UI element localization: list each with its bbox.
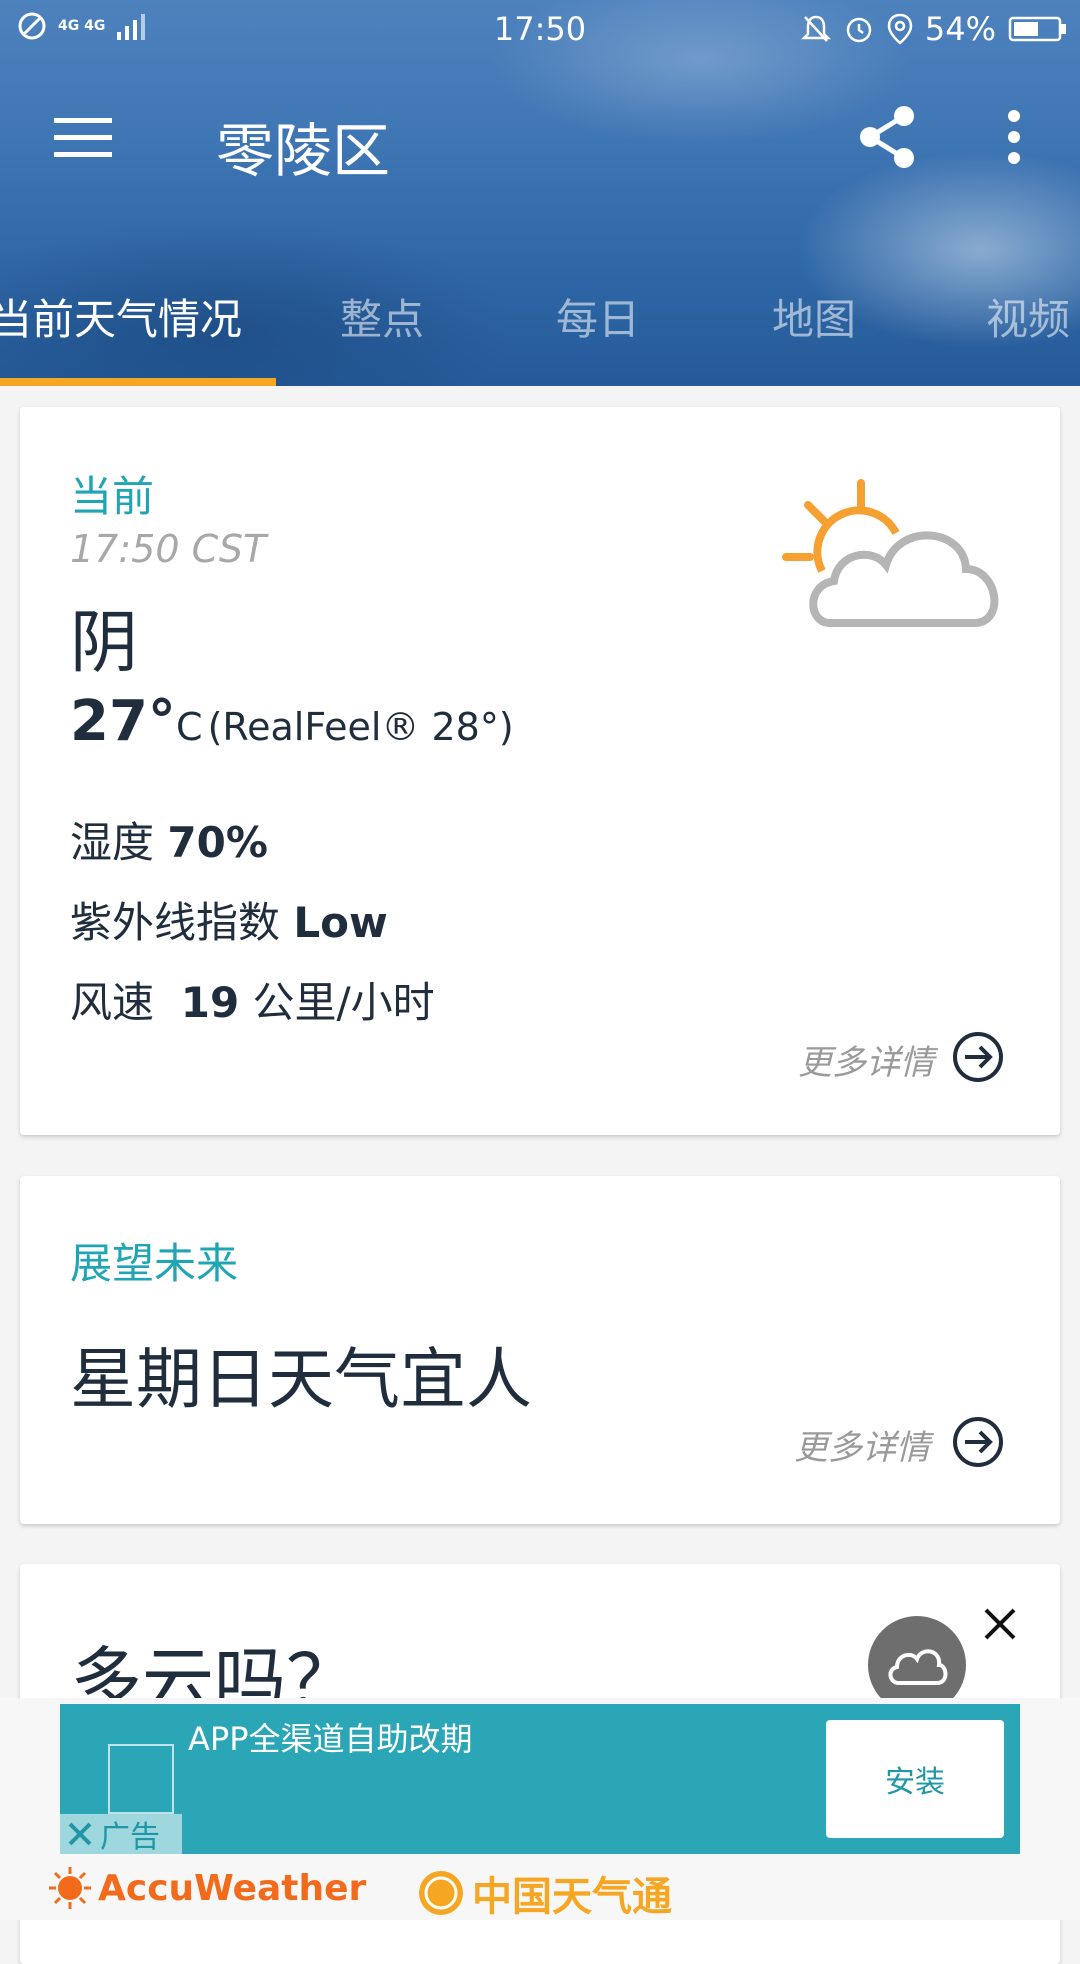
uv-row: 紫外线指数 Low [70, 889, 388, 950]
temperature-row: 27°C (RealFeel® 28°) [70, 689, 514, 754]
humidity-value: 70% [167, 818, 268, 867]
partly-cloudy-icon [782, 479, 999, 627]
ad-label-box: 广告 [60, 1814, 182, 1855]
ad-install-button[interactable]: 安装 [826, 1720, 1004, 1838]
current-time: 17:50 CST [70, 527, 267, 571]
status-bar: 4G 4G 17:50 54% [0, 0, 1080, 56]
ad-title: APP全渠道自助改期 [188, 1720, 473, 1758]
outlook-heading: 展望未来 [70, 1239, 239, 1288]
bottom-bar: APP全渠道自助改期 安装 广告 AccuWeather 中国天气通 [0, 1698, 1080, 1920]
seal-logo-icon [419, 1871, 463, 1915]
battery-percent: 54% [924, 10, 996, 48]
tab-current[interactable]: 当前天气情况 [0, 286, 242, 347]
more-details-link[interactable]: 更多详情 [798, 1035, 934, 1084]
tab-hourly[interactable]: 整点 [340, 286, 424, 347]
ad-close-icon[interactable] [60, 1814, 100, 1854]
realfeel-text: (RealFeel® 28°) [207, 705, 514, 749]
outlook-text: 星期日天气宜人 [70, 1341, 532, 1418]
wind-value: 19 [180, 978, 240, 1027]
more-vert-icon[interactable] [1000, 110, 1028, 164]
temperature-value: 27° [70, 689, 176, 754]
arrow-right-circle-icon[interactable] [952, 1416, 1004, 1468]
tab-video[interactable]: 视频 [986, 286, 1070, 347]
share-icon[interactable] [858, 104, 918, 170]
battery-icon [1008, 16, 1066, 42]
current-heading: 当前 [70, 472, 155, 521]
ad-label: 广告 [100, 1820, 160, 1855]
accuweather-brand: AccuWeather [98, 1867, 367, 1909]
header: 4G 4G 17:50 54% 零陵区 当前天气情况 整点 每日 地图 视频 [0, 0, 1080, 386]
outlook-more-link[interactable]: 更多详情 [794, 1420, 930, 1469]
location-title[interactable]: 零陵区 [216, 104, 390, 188]
uv-label: 紫外线指数 [70, 898, 281, 947]
close-icon[interactable] [982, 1606, 1018, 1642]
ad-banner[interactable]: APP全渠道自助改期 安装 广告 [60, 1704, 1020, 1855]
humidity-row: 湿度 70% [70, 809, 268, 870]
current-conditions-card[interactable]: 当前 17:50 CST 阴 27°C (RealFeel® 28°) 湿度 7… [20, 407, 1060, 1135]
sun-logo-icon [49, 1867, 91, 1909]
alarm-icon [846, 17, 872, 43]
partner-logo: 中国天气通 [416, 1864, 672, 1922]
menu-icon[interactable] [54, 116, 114, 160]
outlook-card[interactable]: 展望未来 星期日天气宜人 更多详情 [20, 1176, 1060, 1524]
humidity-label: 湿度 [70, 818, 155, 867]
tab-daily[interactable]: 每日 [556, 286, 640, 347]
wind-row: 风速 19 公里/小时 [70, 969, 435, 1030]
arrow-right-circle-icon[interactable] [952, 1031, 1004, 1083]
temperature-unit: C [175, 705, 203, 749]
cloud-icon [888, 1649, 948, 1685]
status-right: 54% [800, 10, 1068, 48]
tab-indicator [0, 378, 276, 386]
location-icon [887, 13, 913, 45]
wind-label: 风速 [70, 978, 155, 1027]
accuweather-logo: AccuWeather [48, 1866, 366, 1910]
partner-brand: 中国天气通 [472, 1874, 672, 1920]
bell-off-icon [800, 15, 831, 42]
tab-bar: 当前天气情况 整点 每日 地图 视频 [0, 276, 1080, 386]
uv-value: Low [293, 898, 388, 947]
condition-text: 阴 [70, 604, 139, 683]
tab-map[interactable]: 地图 [772, 286, 856, 347]
ad-image-placeholder [108, 1744, 174, 1814]
wind-unit: 公里/小时 [252, 978, 435, 1027]
